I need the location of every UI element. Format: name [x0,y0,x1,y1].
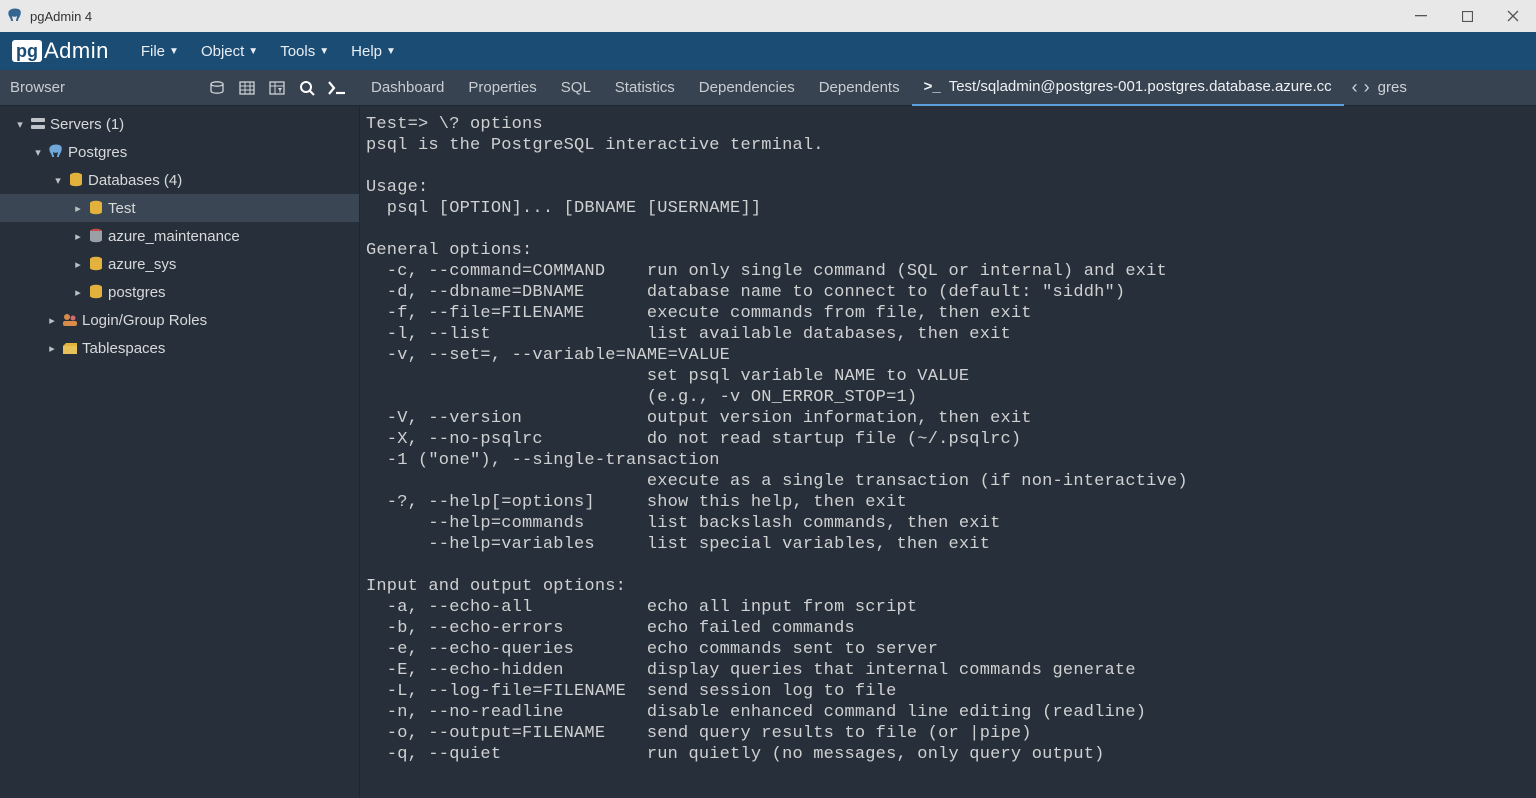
window-titlebar: pgAdmin 4 [0,0,1536,32]
browser-panel-header: Browser [0,74,359,102]
servers-icon [28,117,48,131]
tab-dependencies[interactable]: Dependencies [687,70,807,106]
window-close-button[interactable] [1490,0,1536,32]
app-elephant-icon [6,7,24,25]
menu-help[interactable]: Help ▼ [351,43,396,60]
tab-statistics[interactable]: Statistics [603,70,687,106]
psql-tool-icon[interactable] [323,74,351,102]
tree-label: Databases (4) [88,172,182,189]
logo-text: Admin [44,38,109,64]
database-icon [86,200,106,216]
tree-node-databases[interactable]: ▾ Databases (4) [0,166,359,194]
menu-file[interactable]: File ▼ [141,43,179,60]
tree-node-postgres-server[interactable]: ▾ Postgres [0,138,359,166]
tree-label: postgres [108,284,166,301]
tree-label: Login/Group Roles [82,312,207,329]
menu-tools-label: Tools [280,43,315,60]
psql-output: Test=> \? options psql is the PostgreSQL… [360,106,1536,773]
tree-node-db-test[interactable]: ▸ Test [0,194,359,222]
tree-node-db-azure-sys[interactable]: ▸ azure_sys [0,250,359,278]
chevron-right-icon[interactable]: ▸ [44,342,60,355]
tab-dependents[interactable]: Dependents [807,70,912,106]
tree-node-servers[interactable]: ▾ Servers (1) [0,110,359,138]
database-icon [86,256,106,272]
tab-scroll-left-button[interactable]: ‹ [1352,77,1358,98]
toolbar: Browser Dashboard Properties SQL Statist… [0,70,1536,106]
window-minimize-button[interactable] [1398,0,1444,32]
chevron-right-icon[interactable]: ▸ [44,314,60,327]
chevron-right-icon[interactable]: ▸ [70,230,86,243]
tree-node-login-roles[interactable]: ▸ Login/Group Roles [0,306,359,334]
database-icon [66,172,86,188]
tree-label: Tablespaces [82,340,165,357]
psql-panel[interactable]: Test=> \? options psql is the PostgreSQL… [359,106,1536,798]
chevron-down-icon[interactable]: ▾ [30,146,46,159]
chevron-right-icon[interactable]: ▸ [70,202,86,215]
tab-scroll-right-button[interactable]: › [1364,77,1370,98]
chevron-down-icon: ▼ [319,46,329,57]
tree-label: Servers (1) [50,116,124,133]
tab-psql[interactable]: >_ Test/sqladmin@postgres-001.postgres.d… [912,70,1344,106]
chevron-right-icon[interactable]: ▸ [70,258,86,271]
tree-node-db-azure-maintenance[interactable]: ▸ azure_maintenance [0,222,359,250]
app-menu-bar: pgAdmin File ▼ Object ▼ Tools ▼ Help ▼ [0,32,1536,70]
query-tool-icon[interactable] [203,74,231,102]
window-maximize-button[interactable] [1444,0,1490,32]
tablespace-icon [60,342,80,355]
database-disconnected-icon [86,228,106,244]
tree-label: azure_maintenance [108,228,240,245]
tab-dashboard[interactable]: Dashboard [359,70,456,106]
chevron-down-icon: ▼ [169,46,179,57]
tab-properties[interactable]: Properties [456,70,548,106]
tab-strip: Dashboard Properties SQL Statistics Depe… [359,70,1536,106]
tree-label: Postgres [68,144,127,161]
chevron-down-icon[interactable]: ▾ [12,118,28,131]
browser-label: Browser [10,79,65,96]
logo-box: pg [12,40,42,62]
elephant-icon [46,144,66,160]
tree-node-tablespaces[interactable]: ▸ Tablespaces [0,334,359,362]
menu-object[interactable]: Object ▼ [201,43,258,60]
chevron-down-icon[interactable]: ▾ [50,174,66,187]
database-icon [86,284,106,300]
roles-icon [60,313,80,327]
tab-nav: ‹ › [1344,77,1378,98]
tab-sql[interactable]: SQL [549,70,603,106]
window-title: pgAdmin 4 [30,9,92,24]
filter-icon[interactable] [263,74,291,102]
tab-overflow-label: gres [1378,79,1407,96]
chevron-down-icon: ▼ [386,46,396,57]
main-area: ▾ Servers (1) ▾ Postgres ▾ Databases (4)… [0,106,1536,798]
object-browser-tree[interactable]: ▾ Servers (1) ▾ Postgres ▾ Databases (4)… [0,106,359,798]
menu-file-label: File [141,43,165,60]
chevron-down-icon: ▼ [248,46,258,57]
tree-node-db-postgres[interactable]: ▸ postgres [0,278,359,306]
menu-tools[interactable]: Tools ▼ [280,43,329,60]
view-data-icon[interactable] [233,74,261,102]
menu-help-label: Help [351,43,382,60]
tab-psql-label: Test/sqladmin@postgres-001.postgres.data… [949,78,1332,95]
menu-object-label: Object [201,43,244,60]
tree-label: azure_sys [108,256,176,273]
tree-label: Test [108,200,136,217]
pgadmin-logo: pgAdmin [12,38,109,64]
terminal-icon: >_ [924,78,941,95]
search-icon[interactable] [293,74,321,102]
chevron-right-icon[interactable]: ▸ [70,286,86,299]
